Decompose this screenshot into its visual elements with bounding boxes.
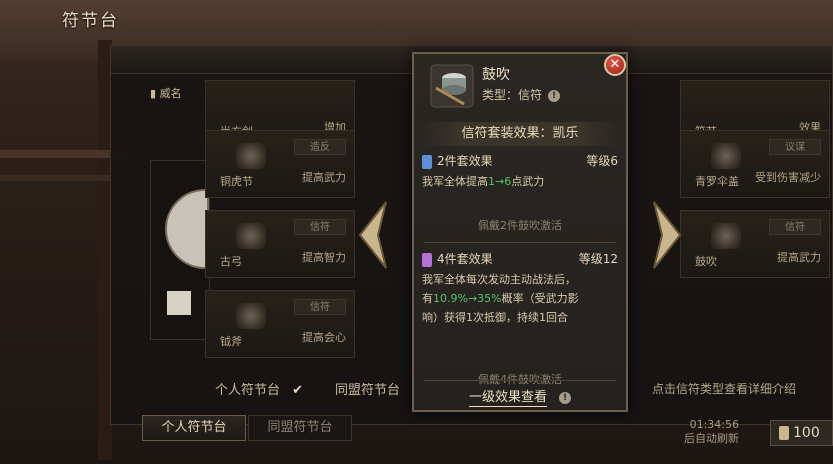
cell-name: 青罗伞盖: [695, 175, 739, 188]
cell-effect: 受到伤害减少: [755, 171, 821, 184]
tier2-activation: 佩戴2件鼓吹激活: [478, 219, 562, 232]
left-disc-panel: [150, 160, 210, 340]
cell-name: 铜虎节: [220, 175, 253, 188]
prev-arrow-icon[interactable]: [356, 200, 390, 270]
info-icon[interactable]: !: [548, 89, 561, 102]
grid-cell[interactable]: 信符 钺斧 提高会心: [205, 290, 355, 358]
cell-tag: 信符: [294, 219, 346, 235]
tier4-level: 等级12: [578, 252, 618, 266]
tier4-activation: 佩戴4件鼓吹激活: [478, 373, 562, 386]
tab-personal[interactable]: 个人符节台: [142, 415, 246, 441]
tier4-desc-line1: 我军全体每次发动主动战法后，: [422, 273, 576, 286]
cell-tag: 信符: [294, 299, 346, 315]
slot-square: [167, 291, 191, 315]
cell-effect: 提高智力: [302, 251, 346, 264]
alliance-toggle[interactable]: 同盟符节台: [335, 379, 400, 398]
info-icon[interactable]: !: [559, 391, 571, 404]
item-detail-popup: 鼓吹 类型：信符! 信符套装效果：凯乐 2件套效果 等级6 我军全体提高1→6点…: [412, 52, 628, 412]
divider: [424, 380, 616, 381]
item-type: 类型：信符!: [482, 86, 561, 103]
tab-alliance[interactable]: 同盟符节台: [248, 415, 352, 441]
tier4-title: 4件套效果: [437, 252, 493, 266]
tier2-desc-prefix: 我军全体提高: [422, 175, 488, 188]
tier4-desc: 我军全体每次发动主动战法后， 有10.9%→35%概率（受武力影 响）获得1次抵…: [422, 270, 618, 327]
cell-effect: 提高武力: [777, 251, 821, 264]
alliance-toggle-label: 同盟符节台: [335, 383, 401, 398]
coin-icon: [779, 426, 789, 440]
tier4-desc-line2-highlight: 10.9%→35%: [433, 292, 502, 305]
tier4-desc-line2-suffix: 概率（受武力影: [501, 292, 579, 305]
tier2-desc: 我军全体提高1→6点武力: [422, 172, 618, 191]
tiger-tally-icon: [236, 143, 266, 169]
timer-value: 01:34:56: [689, 418, 739, 431]
cell-effect: 提高会心: [302, 331, 346, 344]
cell-tag: 造反: [294, 139, 346, 155]
grid-cell[interactable]: 造反 铜虎节 提高武力: [205, 130, 355, 198]
detail-link[interactable]: 一级效果查看!: [414, 386, 626, 407]
medal-icon: ▮: [150, 87, 157, 100]
tier4-section: 4件套效果 等级12 我军全体每次发动主动战法后， 有10.9%→35%概率（受…: [422, 250, 618, 387]
tier2-title: 2件套效果: [437, 154, 493, 168]
checkmark-icon: ✔: [292, 383, 304, 398]
axe-icon: [236, 303, 266, 329]
currency-amount: 100: [793, 425, 820, 441]
tab-bar: 个人符节台 同盟符节台: [142, 415, 354, 441]
next-arrow-icon[interactable]: [650, 200, 684, 270]
set-effect-header: 信符套装效果：凯乐: [420, 122, 620, 146]
currency-display[interactable]: 100: [770, 420, 833, 446]
tier4-desc-line3: 响）获得1次抵御，持续1回合: [422, 311, 568, 324]
refresh-timer: 01:34:56 后自动刷新: [684, 418, 739, 446]
drum-icon: [430, 64, 474, 108]
blue-gem-icon: [422, 154, 432, 169]
cell-name: 古弓: [220, 255, 242, 268]
tier2-desc-highlight: 1→6: [488, 175, 512, 188]
tier2-section: 2件套效果 等级6 我军全体提高1→6点武力 佩戴2件鼓吹激活: [422, 152, 618, 233]
disc-icon: [165, 189, 209, 269]
cell-name: 鼓吹: [695, 255, 717, 268]
hint-text: 点击信符类型查看详细介绍: [652, 382, 797, 396]
cell-effect: 提高武力: [302, 171, 346, 184]
umbrella-icon: [711, 143, 741, 169]
tier4-desc-line2-prefix: 有: [422, 292, 433, 305]
personal-toggle[interactable]: 个人符节台 ✔: [215, 379, 303, 398]
tier4-header: 4件套效果 等级12: [422, 250, 618, 270]
bow-icon: [236, 223, 266, 249]
grid-cell[interactable]: 议谋 青罗伞盖 受到伤害减少: [680, 130, 830, 198]
personal-toggle-label: 个人符节台: [215, 383, 281, 398]
cell-tag: 信符: [769, 219, 821, 235]
grid-cell[interactable]: 信符 古弓 提高智力: [205, 210, 355, 278]
item-name: 鼓吹: [482, 67, 510, 83]
side-tag: ▮ 威名: [150, 85, 200, 105]
page-title: 符节台: [62, 11, 119, 31]
drum-icon: [711, 223, 741, 249]
tier2-desc-suffix: 点武力: [511, 175, 545, 188]
cell-tag: 议谋: [769, 139, 821, 155]
detail-link-label[interactable]: 一级效果查看: [468, 390, 547, 407]
close-icon[interactable]: ✕: [604, 54, 626, 76]
purple-gem-icon: [422, 252, 432, 267]
tier2-level: 等级6: [586, 154, 618, 168]
timer-label: 后自动刷新: [684, 432, 739, 445]
item-type-label: 类型：信符: [482, 88, 543, 102]
divider: [424, 242, 616, 243]
cell-name: 钺斧: [220, 335, 242, 348]
tier4-desc-line2: 有10.9%→35%概率（受武力影: [422, 289, 618, 308]
side-tag-label: 威名: [159, 87, 182, 100]
tier2-header: 2件套效果 等级6: [422, 152, 618, 172]
grid-cell[interactable]: 信符 鼓吹 提高武力: [680, 210, 830, 278]
